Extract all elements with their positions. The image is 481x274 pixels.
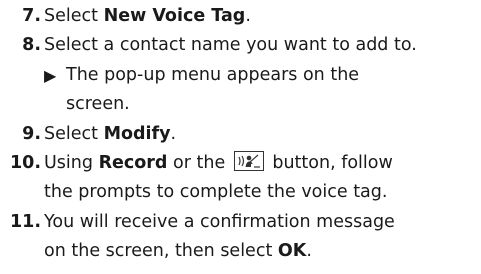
step-punctuation: . <box>245 6 251 26</box>
step-text: Select <box>44 6 104 26</box>
instruction-steps: 7. Select New Voice Tag. 8. Select a con… <box>0 2 481 267</box>
step-punctuation: . <box>306 241 312 262</box>
step-text: Select a contact name you want to add to… <box>44 35 417 56</box>
step-number: 11. <box>9 211 41 232</box>
menu-option-ok: OK <box>277 241 307 262</box>
menu-option-record: Record <box>98 153 168 174</box>
step-note: ▶ The pop-up menu appears on the screen. <box>44 61 481 120</box>
step-number: 10. <box>9 153 41 174</box>
step-7: 7. Select New Voice Tag. <box>0 2 481 31</box>
step-text-mid: or the <box>167 153 231 174</box>
menu-option-new-voice-tag: New Voice Tag <box>103 6 246 26</box>
step-text-line2: the prompts to complete the voice tag. <box>44 182 388 203</box>
step-text: Select <box>44 123 104 144</box>
step-10: 10. Using Record or the button, follow t… <box>0 149 481 208</box>
step-text-line2: on the screen, then select <box>44 241 278 262</box>
voice-talk-button-icon <box>233 151 264 172</box>
note-text-line1: The pop-up menu appears on the <box>66 64 360 85</box>
note-text-line2: screen. <box>66 94 130 115</box>
step-number: 8. <box>22 35 41 56</box>
step-9: 9. Select Modify. <box>0 120 481 149</box>
step-punctuation: . <box>170 123 177 144</box>
step-number: 7. <box>22 6 41 26</box>
step-text: Using <box>44 153 99 174</box>
step-number: 9. <box>22 123 41 144</box>
step-11: 11. You will receive a confirmation mess… <box>0 208 481 267</box>
right-triangle-icon: ▶ <box>44 65 57 85</box>
step-8: 8. Select a contact name you want to add… <box>0 31 481 119</box>
step-text-line1: You will receive a confirmation message <box>44 211 395 232</box>
step-text-after: button, follow <box>266 153 393 174</box>
menu-option-modify: Modify <box>103 123 171 144</box>
